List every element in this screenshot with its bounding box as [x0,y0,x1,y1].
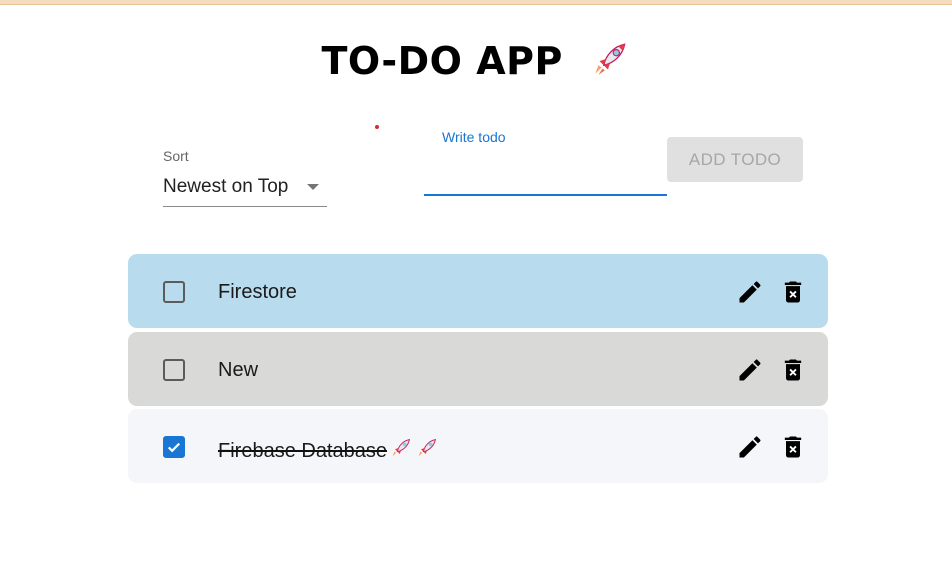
todo-checkbox[interactable] [163,281,185,303]
rocket-icon [418,439,436,457]
todo-item: Firestore [128,254,828,328]
delete-icon[interactable] [779,433,807,461]
edit-icon[interactable] [736,356,764,384]
edit-icon[interactable] [736,278,764,306]
todo-list: Firestore New Firebase Database [128,254,828,487]
checkmark-icon [167,442,181,453]
todo-text-label: Firebase Database [218,440,387,462]
add-todo-button[interactable]: ADD TODO [667,137,803,182]
delete-icon[interactable] [779,278,807,306]
todo-input[interactable] [424,150,667,196]
chevron-down-icon [307,184,319,190]
todo-text: New [218,359,259,381]
page-title: TO-DO APP [0,38,952,83]
todo-item: New [128,332,828,406]
page-title-text: TO-DO APP [321,39,563,83]
todo-text: Firebase Database [218,436,439,463]
sort-label: Sort [163,148,189,164]
todo-text: Firestore [218,281,297,303]
sort-select[interactable]: Newest on Top [163,172,327,207]
sort-selected-value: Newest on Top [163,176,289,197]
delete-icon[interactable] [779,356,807,384]
todo-item: Firebase Database [128,409,828,483]
edit-icon[interactable] [736,433,764,461]
rocket-icon [594,43,626,75]
rocket-icon [392,439,410,457]
todo-input-label: Write todo [442,129,506,145]
red-dot [375,125,379,129]
browser-top-strip [0,0,952,5]
todo-checkbox[interactable] [163,436,185,458]
todo-checkbox[interactable] [163,359,185,381]
